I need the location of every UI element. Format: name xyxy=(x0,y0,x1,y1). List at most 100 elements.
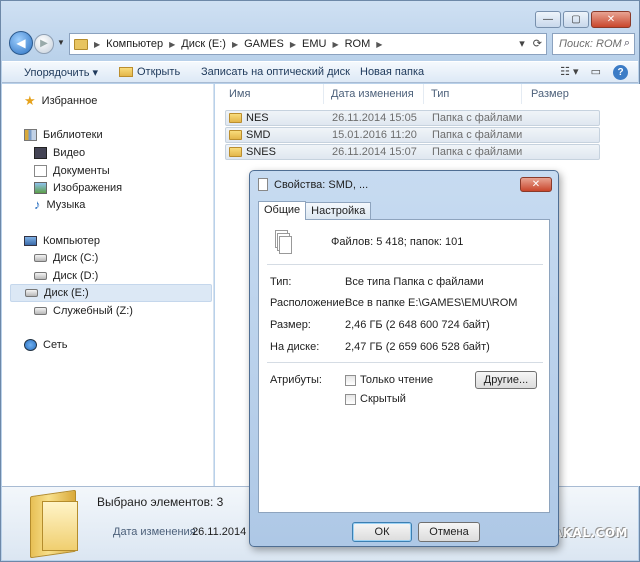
breadcrumb-emu[interactable]: EMU xyxy=(302,38,326,50)
column-header-type[interactable]: Тип xyxy=(431,88,449,100)
properties-dialog: Свойства: SMD, ... ✕ Общие Настройка Фай… xyxy=(249,170,559,547)
nav-disk-z-label: Служебный (Z:) xyxy=(53,305,133,317)
disk-size-value: 2,47 ГБ (2 659 606 528 байт) xyxy=(345,341,490,353)
open-button[interactable]: Открыть xyxy=(119,66,180,78)
column-header-size[interactable]: Размер xyxy=(531,88,569,100)
nav-documents[interactable]: Документы xyxy=(34,162,110,180)
nav-network[interactable]: Сеть xyxy=(24,336,67,354)
maximize-button[interactable]: ▢ xyxy=(563,11,589,28)
type-label: Тип: xyxy=(270,276,292,288)
nav-computer[interactable]: Компьютер xyxy=(24,232,100,250)
nav-favorites[interactable]: ★ Избранное xyxy=(24,92,97,110)
view-options-icon[interactable]: ☷ ▾ xyxy=(560,65,578,80)
folder-icon xyxy=(74,38,88,50)
nav-libraries-label: Библиотеки xyxy=(43,129,103,141)
chevron-right-icon[interactable]: ▶ xyxy=(376,40,382,49)
attributes-label: Атрибуты: xyxy=(270,374,322,386)
nav-images[interactable]: Изображения xyxy=(34,179,122,197)
nav-images-label: Изображения xyxy=(53,182,123,194)
help-icon[interactable]: ? xyxy=(613,65,628,80)
navigation-bar: ◀ ▶ ▼ ▶ Компьютер ▶ Диск (E:) ▶ GAMES ▶ … xyxy=(7,31,635,55)
computer-icon xyxy=(24,236,37,246)
checkbox-box[interactable] xyxy=(345,393,356,405)
search-icon[interactable]: ⌕ xyxy=(624,37,630,50)
nav-disk-e[interactable]: Диск (E:) xyxy=(10,284,212,302)
nav-music[interactable]: ♪ Музыка xyxy=(34,196,85,214)
folder-icon xyxy=(229,113,242,123)
command-bar: Упорядочить ▾ Открыть Записать на оптиче… xyxy=(2,61,638,83)
tab-general[interactable]: Общие xyxy=(258,201,307,220)
nav-disk-d[interactable]: Диск (D:) xyxy=(34,267,98,285)
forward-button[interactable]: ▶ xyxy=(34,34,54,54)
back-button[interactable]: ◀ xyxy=(9,31,33,55)
library-icon xyxy=(24,129,37,141)
chevron-right-icon[interactable]: ▶ xyxy=(332,40,338,49)
other-attributes-button[interactable]: Другие... xyxy=(475,371,537,389)
close-button[interactable]: ✕ xyxy=(591,11,631,28)
breadcrumb-games[interactable]: GAMES xyxy=(244,38,284,50)
preview-pane-icon[interactable]: ▭ xyxy=(591,65,601,80)
divider xyxy=(267,264,543,265)
address-bar[interactable]: ▶ Компьютер ▶ Диск (E:) ▶ GAMES ▶ EMU ▶ … xyxy=(69,33,547,55)
dialog-close-button[interactable]: ✕ xyxy=(520,177,552,192)
refresh-icon[interactable]: ⟳ xyxy=(533,37,542,50)
document-icon xyxy=(258,178,268,191)
file-type: Папка с файлами xyxy=(432,146,523,158)
breadcrumb-computer[interactable]: Компьютер xyxy=(106,38,163,50)
hidden-checkbox[interactable]: Скрытый xyxy=(345,393,406,405)
nav-video-label: Видео xyxy=(53,147,86,159)
breadcrumb-disk-e[interactable]: Диск (E:) xyxy=(181,38,226,50)
divider xyxy=(267,362,543,363)
recent-pages-dropdown-icon[interactable]: ▼ xyxy=(57,38,65,47)
column-divider[interactable] xyxy=(521,84,522,104)
checkbox-box[interactable] xyxy=(345,374,356,386)
column-header-name[interactable]: Имя xyxy=(229,88,250,100)
folder-icon xyxy=(229,147,242,157)
nav-favorites-label: Избранное xyxy=(41,95,98,107)
nav-documents-label: Документы xyxy=(53,165,110,177)
chevron-right-icon[interactable]: ▶ xyxy=(94,40,100,49)
column-divider[interactable] xyxy=(423,84,424,104)
dialog-titlebar: Свойства: SMD, ... xyxy=(258,178,368,191)
disk-size-label: На диске: xyxy=(270,341,320,353)
nav-disk-d-label: Диск (D:) xyxy=(53,270,99,282)
tab-settings[interactable]: Настройка xyxy=(305,202,372,220)
address-dropdown-icon[interactable]: ▾ xyxy=(519,37,525,50)
files-count: Файлов: 5 418; папок: 101 xyxy=(331,236,464,248)
toolbar-icons: ☷ ▾ ▭ ? xyxy=(560,65,628,80)
type-value: Все типа Папка с файлами xyxy=(345,276,484,288)
readonly-checkbox[interactable]: Только чтение xyxy=(345,374,433,386)
file-row-snes[interactable]: SNES 26.11.2014 15:07 Папка с файлами xyxy=(225,144,600,160)
video-icon xyxy=(34,147,47,159)
search-input[interactable]: Поиск: ROM ⌕ xyxy=(552,33,635,55)
multiple-files-icon xyxy=(275,230,292,256)
burn-button[interactable]: Записать на оптический диск xyxy=(201,66,350,78)
column-header-date[interactable]: Дата изменения xyxy=(331,88,414,100)
new-folder-button[interactable]: Новая папка xyxy=(360,66,424,78)
nav-video[interactable]: Видео xyxy=(34,144,85,162)
nav-disk-z[interactable]: Служебный (Z:) xyxy=(34,302,133,320)
ok-button[interactable]: ОК xyxy=(352,522,412,542)
chevron-right-icon[interactable]: ▶ xyxy=(232,40,238,49)
chevron-right-icon[interactable]: ▶ xyxy=(169,40,175,49)
file-row-smd[interactable]: SMD 15.01.2016 11:20 Папка с файлами xyxy=(225,127,600,143)
folder-icon xyxy=(229,130,242,140)
column-divider[interactable] xyxy=(323,84,324,104)
minimize-button[interactable]: — xyxy=(535,11,561,28)
network-icon xyxy=(24,339,37,351)
chevron-right-icon[interactable]: ▶ xyxy=(290,40,296,49)
star-icon: ★ xyxy=(24,93,36,108)
readonly-label: Только чтение xyxy=(360,374,434,386)
dialog-title: Свойства: SMD, ... xyxy=(274,178,369,191)
breadcrumb-rom[interactable]: ROM xyxy=(345,38,371,50)
file-row-nes[interactable]: NES 26.11.2014 15:05 Папка с файлами xyxy=(225,110,600,126)
open-button-label: Открыть xyxy=(137,66,181,78)
nav-disk-c[interactable]: Диск (C:) xyxy=(34,249,98,267)
search-placeholder: Поиск: ROM xyxy=(559,38,622,50)
nav-libraries[interactable]: Библиотеки xyxy=(24,126,103,144)
organize-button[interactable]: Упорядочить ▾ xyxy=(24,66,98,79)
nav-music-label: Музыка xyxy=(46,199,86,211)
document-icon xyxy=(34,165,47,177)
cancel-button[interactable]: Отмена xyxy=(418,522,480,542)
size-label: Размер: xyxy=(270,319,311,331)
